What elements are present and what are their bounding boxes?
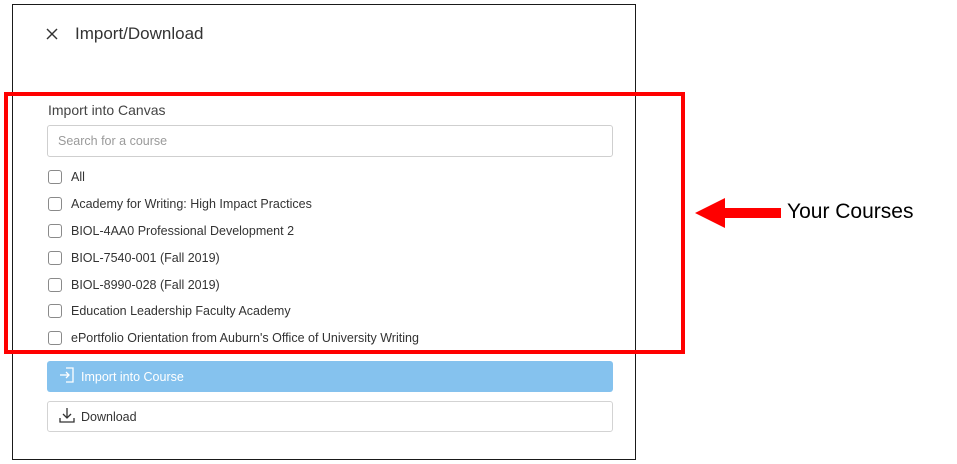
course-checkbox[interactable] xyxy=(48,223,62,238)
course-list: All Academy for Writing: High Impact Pra… xyxy=(48,164,419,352)
course-checkbox[interactable] xyxy=(48,304,62,319)
import-section-label: Import into Canvas xyxy=(48,102,166,118)
course-item[interactable]: ePortfolio Orientation from Auburn's Off… xyxy=(48,325,419,352)
import-icon xyxy=(58,366,81,387)
course-item-all[interactable]: All xyxy=(48,164,419,191)
close-icon[interactable] xyxy=(45,27,59,41)
import-download-panel: Import/Download Import into Canvas All A… xyxy=(12,4,636,460)
course-item[interactable]: Academy for Writing: High Impact Practic… xyxy=(48,191,419,218)
course-checkbox[interactable] xyxy=(48,197,62,212)
course-item[interactable]: BIOL-8990-028 (Fall 2019) xyxy=(48,271,419,298)
course-item[interactable]: BIOL-4AA0 Professional Development 2 xyxy=(48,218,419,245)
screenshot-stage: Import/Download Import into Canvas All A… xyxy=(0,0,957,464)
course-checkbox[interactable] xyxy=(48,250,62,265)
course-label: Academy for Writing: High Impact Practic… xyxy=(71,197,312,212)
course-item[interactable]: Education Leadership Faculty Academy xyxy=(48,298,419,325)
download-icon xyxy=(58,406,81,427)
course-label: BIOL-8990-028 (Fall 2019) xyxy=(71,277,220,292)
course-label: All xyxy=(71,170,85,185)
course-label: BIOL-4AA0 Professional Development 2 xyxy=(71,223,295,238)
download-button[interactable]: Download xyxy=(47,401,613,432)
dialog-header: Import/Download xyxy=(13,5,635,63)
annotation-label: Your Courses xyxy=(787,200,914,223)
course-search-input[interactable] xyxy=(47,125,613,157)
import-into-course-button[interactable]: Import into Course xyxy=(47,361,613,392)
download-button-label: Download xyxy=(81,409,137,424)
course-label: BIOL-7540-001 (Fall 2019) xyxy=(71,250,220,265)
course-checkbox[interactable] xyxy=(48,170,62,185)
dialog-title: Import/Download xyxy=(75,24,204,43)
import-button-label: Import into Course xyxy=(81,369,184,384)
course-label: ePortfolio Orientation from Auburn's Off… xyxy=(71,331,419,346)
course-checkbox[interactable] xyxy=(48,331,62,346)
course-checkbox[interactable] xyxy=(48,277,62,292)
course-label: Education Leadership Faculty Academy xyxy=(71,304,291,319)
course-item[interactable]: BIOL-7540-001 (Fall 2019) xyxy=(48,244,419,271)
annotation-arrow-icon xyxy=(695,198,781,228)
